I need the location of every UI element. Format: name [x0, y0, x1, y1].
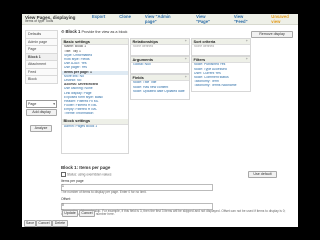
display-note: Provide the view as a block [81, 30, 128, 34]
sidebar-item-page[interactable]: Page [25, 45, 58, 53]
filters-panel: Filters + Node: Published Yes Node: Type … [191, 56, 251, 92]
items-per-page-label: Items per page [61, 179, 84, 184]
clone-link[interactable]: Clone [119, 14, 131, 25]
sidebar-item-admin-page[interactable]: Admin page [25, 37, 58, 45]
offset-help: The number of items to skip. For example… [61, 208, 286, 217]
form-cancel-button[interactable]: Cancel [79, 210, 95, 217]
arguments-title: Arguments + [131, 56, 189, 64]
sidebar-item-block-1[interactable]: Block 1 [25, 52, 58, 60]
filters-label: Filters [193, 56, 206, 62]
fields-title: Fields + [131, 74, 189, 82]
basic-settings-title: Basic settings [62, 39, 128, 46]
sort-row: None defined [194, 45, 215, 49]
sidebar-item-block[interactable]: Block [25, 75, 58, 84]
items-per-page-value: 1 [62, 184, 64, 189]
view-admin-page-link[interactable]: View "Admin page" [145, 14, 182, 25]
arguments-row[interactable]: Global: Null [131, 63, 189, 67]
page-subtitle: Items of type Tools [25, 19, 54, 23]
override-label: Status: using overridden values [67, 172, 112, 177]
relationships-label: Relationships [132, 38, 159, 44]
unsaved-view-link[interactable]: Unsaved view [271, 14, 298, 25]
display-heading: ⚙ Block 1 Provide the view as a block [61, 29, 128, 35]
field-row[interactable]: Node: Updated date Updated date [131, 90, 189, 94]
view-page-link[interactable]: View "Page" [196, 14, 220, 25]
add-icon[interactable]: + [185, 38, 187, 43]
view-feed-link[interactable]: View "Feed" [234, 14, 257, 25]
add-display-button[interactable]: Add display [26, 109, 57, 116]
remove-display-button[interactable]: Remove display [251, 31, 293, 38]
offset-label: Offset: [61, 197, 71, 202]
update-button[interactable]: Update [62, 210, 78, 217]
display-type-select[interactable]: Page ▾ [26, 100, 57, 108]
fields-panel: Fields + Node: Title Title Node: Has new … [130, 74, 190, 100]
override-checkbox[interactable] [61, 172, 66, 178]
export-link[interactable]: Export [92, 14, 105, 25]
delete-button[interactable]: Delete [52, 220, 68, 227]
display-type-value: Page [28, 102, 37, 106]
add-icon[interactable]: + [185, 56, 187, 61]
sidebar-item-attachment[interactable]: Attachment [25, 60, 58, 68]
arguments-panel: Arguments + Global: Null [130, 56, 190, 74]
items-per-page-form: Block 1: Items per page Status: using ov… [61, 165, 295, 217]
title-bar: View Pages, displaying Items of type Too… [22, 14, 298, 25]
relationships-title: Relationships + [131, 38, 189, 46]
use-default-button[interactable]: Use default [248, 171, 277, 178]
sort-criteria-panel: Sort criteria + None defined [191, 38, 251, 56]
save-button[interactable]: Save [24, 220, 36, 227]
sidebar-item-feed[interactable]: Feed [25, 67, 58, 75]
top-links: Export Clone View "Admin page" View "Pag… [92, 14, 298, 25]
add-icon[interactable]: + [185, 74, 187, 79]
filters-title: Filters + [192, 56, 250, 64]
display-name: Block 1 [65, 29, 81, 34]
relationships-row: None defined [133, 45, 154, 49]
sidebar-item-defaults[interactable]: Defaults [25, 30, 58, 38]
add-icon[interactable]: + [246, 56, 248, 61]
basic-settings-panel: Basic settings Name: Block 1 Title: Till… [61, 38, 129, 154]
sort-criteria-title: Sort criteria + [192, 38, 250, 46]
setting-row[interactable]: Admin: Pages Block 1 [62, 125, 128, 129]
arguments-label: Arguments [132, 56, 154, 62]
add-icon[interactable]: + [246, 38, 248, 43]
sort-criteria-label: Sort criteria [193, 38, 216, 44]
analyze-button[interactable]: Analyze [30, 125, 52, 132]
block-settings-title: Block settings [62, 118, 128, 126]
fields-label: Fields [132, 74, 144, 80]
filter-row[interactable]: Taxonomy: Terms Nickname [192, 84, 250, 88]
cancel-button[interactable]: Cancel [36, 220, 52, 227]
offset-value: 0 [62, 202, 64, 207]
views-ui-window: View Pages, displaying Items of type Too… [22, 14, 298, 227]
chevron-down-icon: ▾ [53, 102, 55, 106]
display-sidebar: Defaults Admin page Page Block 1 Attachm… [25, 30, 58, 84]
relationships-panel: Relationships + None defined [130, 38, 190, 56]
